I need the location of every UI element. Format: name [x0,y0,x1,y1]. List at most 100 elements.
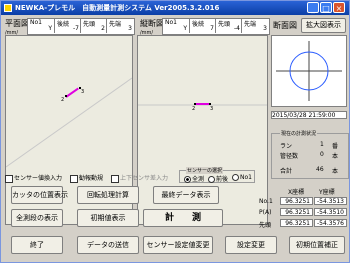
minimize-button[interactable]: _ [307,2,319,13]
settings-button[interactable]: 設定変更 [225,236,277,254]
status-total-label: 合計 [280,168,293,175]
plan-col-front-value: 2 [101,25,105,32]
plan-col-tip: 先端 3 [106,19,134,33]
sensor-setting-button[interactable]: センサー設定値変更 [143,236,213,254]
radio-no1-dot[interactable] [232,174,239,181]
data-send-button[interactable]: データの送信 [77,236,139,254]
plan-col-tip-value: 3 [128,25,132,32]
status-group: 現在の計測状況 ラン 1 番 管径数 0 本 合計 46 本 [271,130,349,179]
vertical-col-no1-value: Y [183,25,187,32]
plan-col-tip-head: 先端 [109,21,122,28]
title-bar[interactable]: NEWKA-プレモル 自動測量計測システム Ver2005.3.2.016 _ … [1,1,349,15]
plan-col-front-head: 先頭 [83,21,96,28]
auto-check-checkbox[interactable]: 勧報動規 [70,173,103,183]
plan-value-header: No1 Y 後続 -7 先頭 2 先端 3 [27,18,135,35]
sensor-input-checkbox-label: センサー値換入力 [14,175,63,182]
plan-point-2-label: 2 [61,97,65,103]
radio-no1[interactable]: No1 [232,174,252,181]
plan-col-rear-head: 後続 [57,21,70,28]
coords-row-no1-label: No.1 [259,198,273,205]
auto-check-checkbox-box[interactable] [70,174,78,183]
vertical-col-tip: 先端 3 [241,19,269,33]
coords-row-head-y: -54.3576 [314,219,347,227]
coords-col-y: Y座標 [319,189,335,196]
window-title: NEWKA-プレモル 自動測量計測システム Ver2005.3.2.016 [15,4,220,12]
cutter-position-button[interactable]: カッタの位置表示 [11,186,68,204]
vertical-point-2 [194,103,196,105]
app-icon [4,4,12,12]
coords-row-no1-x: 96.3251 [280,197,313,205]
plan-panel-label: 平面図 [5,19,29,28]
survey-calc-button[interactable]: 回転処理計算 [77,186,139,204]
plan-col-no1: No1 Y [28,19,54,33]
coords-row-pa-label: P(A) [259,209,272,216]
exit-button[interactable]: 終了 [11,236,63,254]
sensor-radio-group-title: センサーの選択 [186,167,224,174]
vertical-col-front-head: 先頭 [218,21,231,28]
last-data-button[interactable]: 最終データ表示 [153,186,219,204]
coords-row-pa-x: 96.3251 [280,208,313,216]
coords-row-no1-y: -54.3513 [314,197,347,205]
plan-point-3-label: 3 [81,89,85,95]
vertical-col-front-value: -4 [234,25,240,32]
vertical-col-tip-head: 先端 [244,21,257,28]
close-button[interactable]: × [333,2,345,13]
radio-no1-label: No1 [240,174,252,181]
section-crosshair [276,41,342,101]
zoom-view-button[interactable]: 拡大図表示 [301,18,346,33]
status-run-unit: 番 [332,143,339,150]
status-run-value: 1 [320,141,324,148]
radio-front-back[interactable]: 前後 [208,174,228,183]
radio-front-back-label: 前後 [216,176,229,183]
vertical-panel-label: 縦断図 [140,19,164,28]
vertical-col-front: 先頭 -4 [215,19,242,33]
coords-row-pa-y: -54.3510 [314,208,347,216]
status-pipe-unit: 本 [332,153,339,160]
radio-all-dot[interactable] [184,176,191,183]
manual-input-checkbox-label: 上下センサ差入力 [120,175,169,182]
status-pipe-value: 0 [320,151,324,158]
vertical-col-rear-head: 後続 [192,21,205,28]
radio-all[interactable]: 全測 [184,174,204,183]
radio-front-back-dot[interactable] [208,176,215,183]
coords-row-head-label: 先頭 [259,222,272,229]
plan-col-front: 先頭 2 [80,19,107,33]
sensor-radio-group: センサーの選択 全測 前後 No1 [179,167,255,183]
status-pipe-label: 管径数 [280,153,299,160]
status-group-title: 現在の計測状況 [280,130,318,137]
plan-col-no1-head: No1 [30,19,42,26]
init-position-button[interactable]: 初期位置補正 [289,236,345,254]
vertical-col-no1: No1 Y [163,19,189,33]
initial-calc-button[interactable]: 初期値表示 [77,209,139,227]
auto-check-checkbox-label: 勧報動規 [79,175,104,182]
vertical-point-3 [209,103,211,105]
maximize-button[interactable]: □ [320,2,332,13]
radio-all-label: 全測 [192,176,205,183]
app-window: NEWKA-プレモル 自動測量計測システム Ver2005.3.2.016 _ … [0,0,350,263]
plan-col-no1-value: Y [48,25,52,32]
vertical-value-header: No1 Y 後続 7 先頭 -4 先端 3 [162,18,270,35]
datetime-display: 2015/03/28 21:59:00 [271,111,347,119]
plan-col-rear-value: -7 [73,25,79,32]
vertical-point-3-label: 3 [210,106,214,112]
coords-col-x: X座標 [288,189,305,196]
vertical-point-2-label: 2 [192,106,196,112]
section-panel-label: 断面図 [273,21,297,30]
vertical-pipe-marker [195,103,210,105]
sensor-input-checkbox-box[interactable] [5,174,13,183]
vertical-col-tip-value: 3 [263,25,267,32]
status-run-label: ラン [280,143,293,150]
section-view-canvas[interactable] [271,35,347,107]
vertical-col-no1-head: No1 [165,19,177,26]
vertical-col-rear: 後続 7 [189,19,216,33]
all-measure-button[interactable]: 全測段の表示 [11,209,63,227]
manual-input-checkbox-box[interactable] [111,174,119,183]
plan-point-2 [65,95,67,97]
manual-input-checkbox[interactable]: 上下センサ差入力 [111,173,168,183]
status-total-unit: 本 [332,168,339,175]
sensor-input-checkbox[interactable]: センサー値換入力 [5,173,62,183]
status-total-value: 46 [316,166,324,173]
vertical-col-rear-value: 7 [210,25,214,32]
measure-button[interactable]: 計 測 [143,209,223,227]
plan-col-rear: 後続 -7 [54,19,81,33]
